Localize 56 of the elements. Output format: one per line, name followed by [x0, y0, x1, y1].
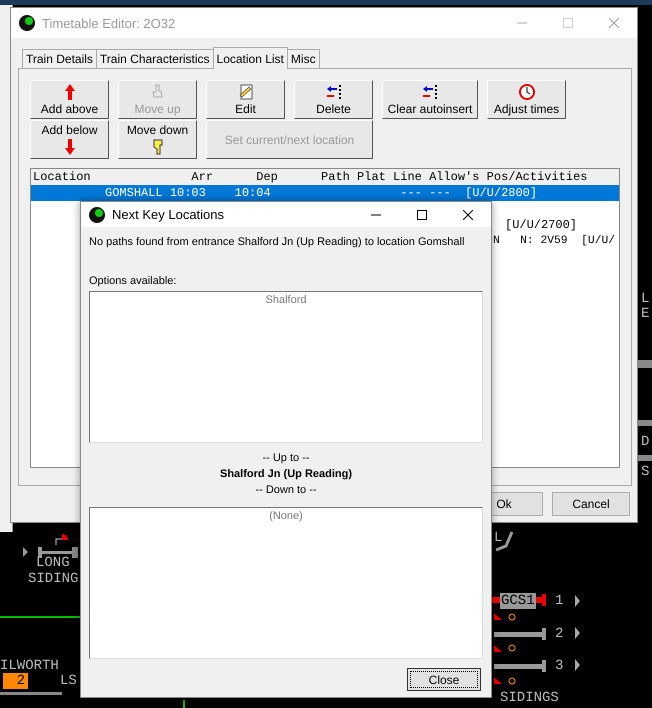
toolbar-button[interactable]: Add below [30, 120, 109, 159]
triangle-icon [23, 547, 28, 557]
close-button[interactable]: Close [407, 668, 481, 691]
track-line [0, 692, 62, 695]
window-title: Next Key Locations [112, 207, 226, 222]
current-location: Shalford Jn (Up Reading) [219, 467, 353, 482]
buffer-stop-drawing [38, 547, 78, 558]
signal-icon [494, 677, 516, 684]
delete-icon [421, 83, 439, 101]
delete-icon [324, 83, 342, 101]
triangle-icon [575, 659, 580, 671]
track-label: LS [60, 673, 77, 689]
toolbar-button[interactable]: Add above [30, 80, 109, 119]
toolbar-button[interactable]: Delete [294, 80, 373, 119]
toolbar-button[interactable]: Move down [118, 120, 197, 159]
track-label: 2 [3, 673, 28, 689]
window-title: Timetable Editor: 2O32 [42, 16, 176, 30]
app-icon [89, 206, 105, 222]
tab[interactable]: Location List [212, 47, 288, 69]
app-icon [19, 15, 35, 31]
down-to-label: -- Down to -- [254, 483, 318, 498]
list-header: Location Arr Dep Path Plat Line Allow's Pos/Activities [31, 169, 619, 185]
list-item[interactable]: Shalford [90, 292, 482, 306]
toolbar-button[interactable]: Edit [206, 80, 285, 119]
track-label: L [641, 291, 650, 307]
track-label: ILWORTH [0, 658, 59, 674]
track-label: S [641, 464, 650, 480]
track-label: L [494, 530, 502, 546]
up-to-label: -- Up to -- [261, 451, 311, 466]
track-label: D [641, 434, 650, 450]
track-line [495, 531, 514, 552]
dialog-button[interactable]: Cancel [552, 492, 630, 516]
track-line [183, 700, 185, 708]
track-label: SIDINGS [500, 690, 559, 706]
maximize-icon[interactable] [417, 210, 427, 220]
signal-icon [56, 534, 68, 546]
close-icon[interactable] [463, 210, 473, 220]
track-label: 3 [555, 658, 564, 674]
track-label: E [641, 306, 650, 322]
track-label: GCS1 [500, 593, 536, 609]
list-row[interactable]: GOMSHALL 10:03 10:04 --- --- [U/U/2800] [31, 185, 619, 201]
track-label: SIDING [28, 571, 78, 587]
track-label: 1 [555, 593, 564, 609]
clock-icon [518, 83, 536, 101]
toolbar-button[interactable]: Adjust times [487, 80, 566, 119]
signal-icon [494, 644, 516, 652]
track-label: LONG [36, 555, 70, 571]
toolbar-button[interactable]: Clear autoinsert [382, 80, 478, 119]
tab[interactable]: Misc [286, 49, 320, 68]
triangle-icon [575, 627, 580, 639]
signal-icon [494, 613, 516, 620]
options-label: Options available: [89, 275, 178, 289]
track-label: 2 [555, 626, 564, 642]
message-text: No paths found from entrance Shalford Jn (Up Reading) to location Gomshall [89, 235, 464, 250]
tab[interactable]: Train Details [22, 49, 97, 68]
triangle-icon [575, 595, 580, 607]
